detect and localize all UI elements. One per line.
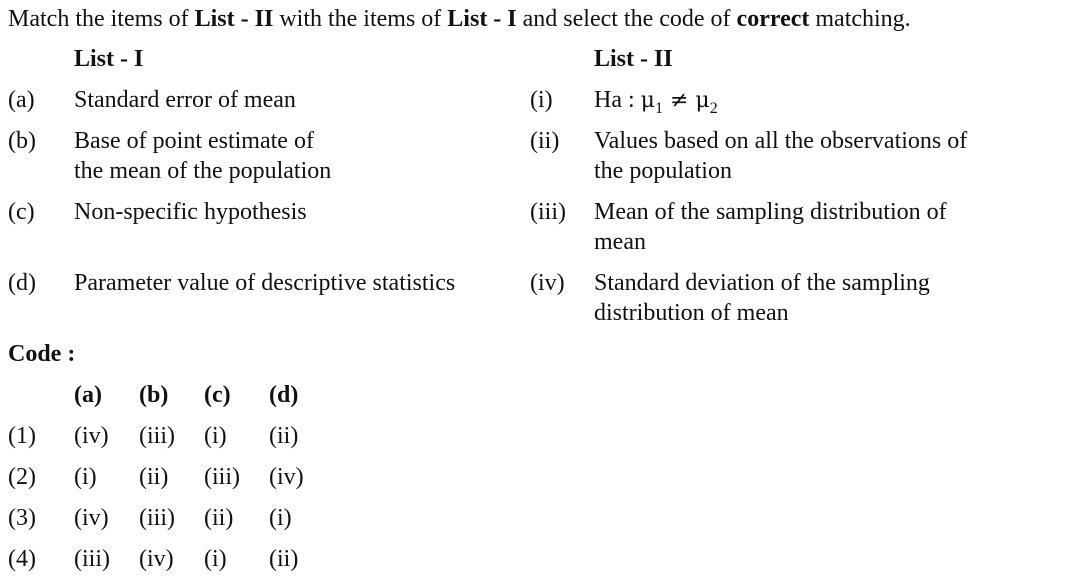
- ha-symbol: Ha :: [594, 87, 641, 113]
- question-prefix-2: with the items of: [273, 6, 448, 32]
- list1-text-b-line1: Base of point estimate of: [74, 128, 314, 154]
- option-1-c: (i): [204, 423, 227, 449]
- question-text: Match the items of List - II with the it…: [8, 4, 911, 34]
- not-equal-symbol: ≠: [662, 88, 696, 113]
- list1-label-c: (c): [8, 199, 35, 225]
- code-heading: Code :: [8, 341, 76, 367]
- option-1-label[interactable]: (1): [8, 421, 36, 451]
- option-1-a: (iv): [74, 423, 109, 449]
- option-2-a: (i): [74, 464, 97, 490]
- list1-label-a: (a): [8, 87, 35, 113]
- list1-text-a: Standard error of mean: [74, 87, 296, 113]
- question-list2-ref: List - II: [194, 6, 274, 32]
- list1-label-b: (b): [8, 128, 36, 154]
- list2-label-ii: (ii): [530, 128, 560, 154]
- option-2-label[interactable]: (2): [8, 462, 36, 492]
- list2-text-iv-line2: distribution of mean: [594, 300, 789, 326]
- option-2-c: (iii): [204, 464, 240, 490]
- list2-text-i: Ha : μ1 ≠ μ2: [594, 85, 718, 118]
- list2-text-ii-line2: the population: [594, 158, 732, 184]
- list2-label-i: (i): [530, 87, 553, 113]
- option-3-b: (iii): [139, 505, 175, 531]
- list2-text-ii-line1: Values based on all the observations of: [594, 128, 968, 154]
- list2-text-iii-line1: Mean of the sampling distribution of: [594, 199, 947, 225]
- question-suffix: matching.: [809, 6, 911, 32]
- option-4-d: (ii): [269, 546, 299, 572]
- option-4-label[interactable]: (4): [8, 544, 36, 574]
- question-prefix-1: Match the items of: [8, 6, 195, 32]
- mu-symbol: μ: [640, 88, 655, 113]
- list1-text-b-line2: the mean of the population: [74, 158, 332, 184]
- option-3-d: (i): [269, 505, 292, 531]
- option-3-label[interactable]: (3): [8, 503, 36, 533]
- list2-label-iv: (iv): [530, 270, 565, 296]
- option-1-d: (ii): [269, 423, 299, 449]
- list1-heading: List - I: [74, 46, 144, 72]
- list2-text-iv-line1: Standard deviation of the sampling: [594, 270, 930, 296]
- option-4-a: (iii): [74, 546, 110, 572]
- list1-text-c: Non-specific hypothesis: [74, 199, 307, 225]
- option-4-b: (iv): [139, 546, 174, 572]
- mu-subscript-1: 1: [654, 100, 663, 117]
- code-col-b: (b): [139, 382, 169, 408]
- code-col-d: (d): [269, 382, 299, 408]
- mu-symbol-2: μ: [695, 88, 710, 113]
- code-col-c: (c): [204, 382, 231, 408]
- list2-label-iii: (iii): [530, 199, 566, 225]
- list1-label-d: (d): [8, 270, 36, 296]
- option-3-a: (iv): [74, 505, 109, 531]
- list1-text-d: Parameter value of descriptive statistic…: [74, 270, 456, 296]
- option-2-d: (iv): [269, 464, 304, 490]
- list2-text-iii-line2: mean: [594, 229, 646, 255]
- question-correct-word: correct: [736, 6, 810, 32]
- list2-heading: List - II: [594, 46, 673, 72]
- option-2-b: (ii): [139, 464, 169, 490]
- option-4-c: (i): [204, 546, 227, 572]
- option-3-c: (ii): [204, 505, 234, 531]
- mu-subscript-2: 2: [709, 100, 718, 117]
- code-col-a: (a): [74, 382, 102, 408]
- option-1-b: (iii): [139, 423, 175, 449]
- question-prefix-3: and select the code of: [516, 6, 737, 32]
- question-list1-ref: List - I: [447, 6, 517, 32]
